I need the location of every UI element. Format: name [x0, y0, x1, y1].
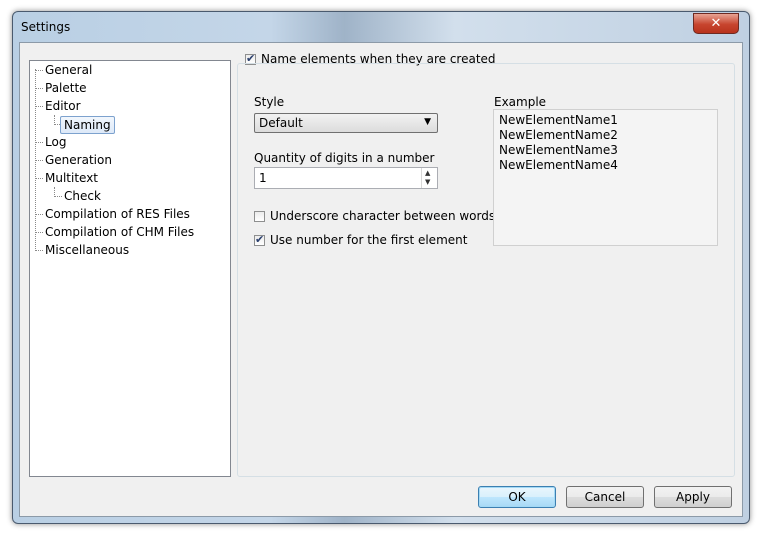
apply-button[interactable]: Apply — [654, 486, 732, 508]
underscore-label: Underscore character between words — [270, 209, 496, 223]
tree-branch — [35, 250, 43, 251]
tree-branch — [35, 232, 43, 233]
first-number-label: Use number for the first element — [270, 233, 468, 247]
tree-item-miscellaneous[interactable]: Miscellaneous — [45, 241, 129, 259]
title-bar[interactable]: Settings ✕ — [13, 12, 749, 42]
chevron-down-icon: ▼ — [424, 117, 431, 127]
tree-branch — [35, 106, 43, 107]
tree-item-compilation-chm[interactable]: Compilation of CHM Files — [45, 223, 194, 241]
tree-item-multitext[interactable]: Multitext — [45, 169, 98, 187]
tree-branch — [54, 196, 62, 197]
style-dropdown[interactable]: Default ▼ — [254, 113, 438, 133]
tree-branch — [35, 88, 43, 89]
tree-item-check[interactable]: Check — [64, 187, 101, 205]
tree-item-naming[interactable]: Naming — [60, 116, 115, 134]
example-box: NewElementName1 NewElementName2 NewEleme… — [493, 109, 718, 246]
cancel-button[interactable]: Cancel — [566, 486, 644, 508]
spin-up-icon[interactable]: ▲ — [425, 169, 430, 177]
spin-buttons[interactable]: ▲ ▼ — [421, 168, 437, 188]
tree-item-log[interactable]: Log — [45, 133, 66, 151]
settings-tree[interactable]: General Palette Editor Naming Log Genera… — [29, 60, 231, 477]
example-label: Example — [494, 95, 547, 109]
tree-item-generation[interactable]: Generation — [45, 151, 112, 169]
tree-item-compilation-res[interactable]: Compilation of RES Files — [45, 205, 190, 223]
spin-down-icon[interactable]: ▼ — [425, 178, 430, 186]
tree-item-general[interactable]: General — [45, 61, 92, 79]
example-line: NewElementName2 — [499, 128, 618, 142]
tree-item-editor[interactable]: Editor — [45, 97, 81, 115]
settings-window: Settings ✕ General Palette Editor Naming… — [12, 11, 750, 524]
example-line: NewElementName1 — [499, 113, 618, 127]
tree-branch — [35, 214, 43, 215]
tree-branch — [35, 142, 43, 143]
digits-label: Quantity of digits in a number — [254, 151, 435, 165]
naming-options-group: Style Default ▼ Quantity of digits in a … — [237, 63, 735, 477]
ok-button[interactable]: OK — [478, 486, 556, 508]
tree-branch — [35, 160, 43, 161]
tree-item-palette[interactable]: Palette — [45, 79, 87, 97]
dialog-client-area: General Palette Editor Naming Log Genera… — [19, 42, 743, 517]
digits-spinbox[interactable]: 1 ▲ ▼ — [254, 167, 438, 189]
style-label: Style — [254, 95, 285, 109]
digits-value: 1 — [259, 171, 267, 185]
example-line: NewElementName3 — [499, 143, 618, 157]
example-line: NewElementName4 — [499, 158, 618, 172]
close-icon: ✕ — [710, 16, 722, 31]
check-icon: ✔ — [255, 233, 265, 246]
window-title: Settings — [21, 20, 71, 34]
underscore-checkbox[interactable] — [254, 211, 265, 222]
first-number-checkbox[interactable]: ✔ — [254, 233, 265, 246]
style-dropdown-value: Default — [259, 116, 303, 130]
tree-branch — [35, 70, 43, 71]
close-button[interactable]: ✕ — [693, 13, 739, 34]
tree-branch — [35, 178, 43, 179]
